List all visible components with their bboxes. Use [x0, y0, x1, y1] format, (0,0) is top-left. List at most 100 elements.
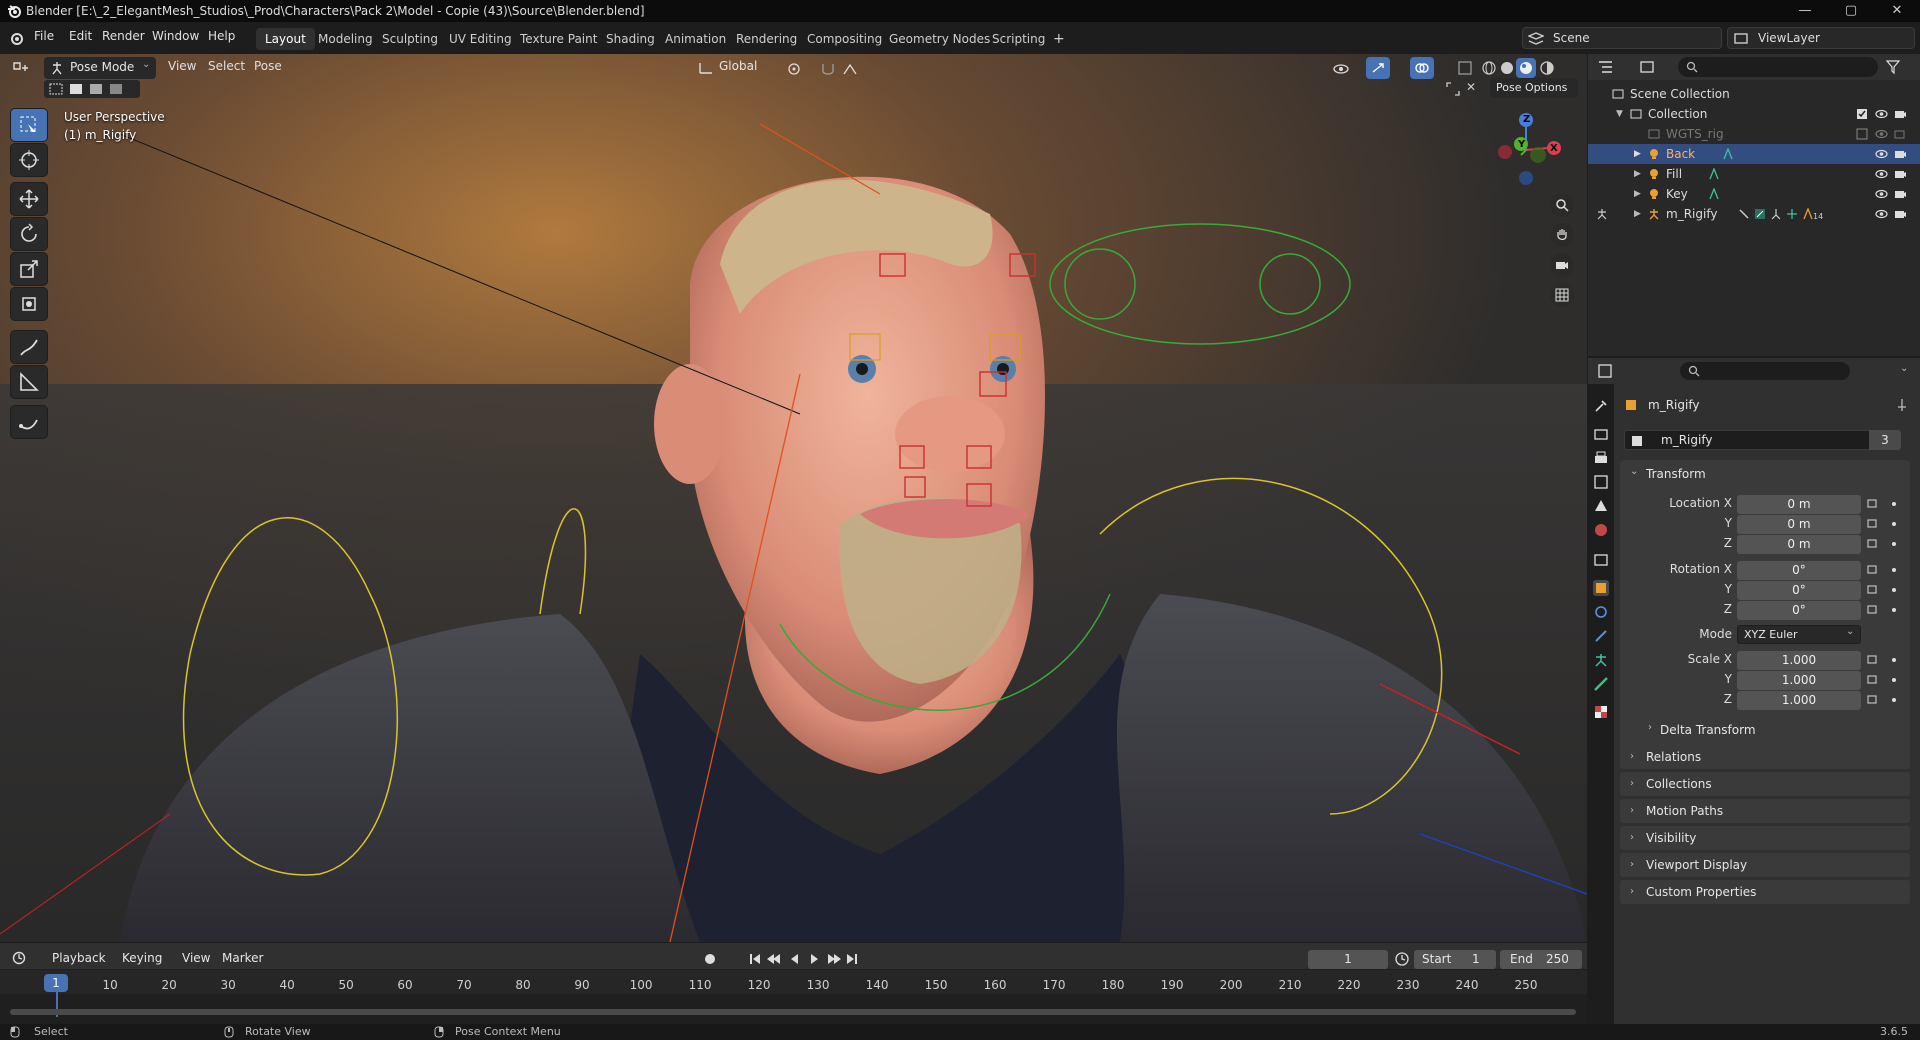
lock-keyframe-column[interactable]: [1866, 495, 1902, 711]
tab-tool[interactable]: [1593, 398, 1609, 414]
expand-icon[interactable]: ▶: [1634, 209, 1641, 219]
transform-tool[interactable]: [10, 287, 48, 321]
tab-rendering[interactable]: Rendering: [727, 28, 806, 50]
tab-texture-paint[interactable]: Texture Paint: [511, 28, 606, 50]
checkbox-unchecked-icon[interactable]: [1856, 128, 1869, 140]
camera-render-icon[interactable]: [1894, 108, 1907, 120]
keying-menu[interactable]: Keying: [122, 951, 162, 965]
camera-render-icon[interactable]: [1894, 128, 1907, 140]
expand-icon[interactable]: ▶: [1634, 149, 1641, 159]
display-mode-icon[interactable]: [1640, 60, 1660, 74]
transform-orientation-selector[interactable]: Global: [697, 57, 777, 79]
tab-collection[interactable]: [1593, 552, 1609, 568]
move-tool[interactable]: [10, 182, 48, 216]
scale-tool[interactable]: [10, 252, 48, 286]
collection-expand-icon[interactable]: ▼: [1616, 109, 1623, 119]
mode-selector[interactable]: Pose Mode ⌄: [44, 57, 156, 79]
outliner-row-key[interactable]: ▶ Key: [1588, 184, 1920, 204]
playhead-frame-badge[interactable]: 1: [44, 974, 68, 992]
tab-world[interactable]: [1593, 522, 1609, 538]
menu-edit[interactable]: Edit: [69, 29, 92, 43]
gizmo-toggle[interactable]: [1366, 57, 1390, 79]
outliner-row-wgts[interactable]: WGTS_rig: [1588, 124, 1920, 144]
delta-transform-subpanel[interactable]: Delta Transform: [1660, 723, 1756, 737]
playback-controls[interactable]: [748, 951, 860, 967]
eye-icon[interactable]: [1875, 168, 1888, 180]
location-z-field[interactable]: 0 m: [1737, 535, 1861, 554]
menu-view[interactable]: View: [168, 59, 196, 73]
tab-physics[interactable]: [1593, 604, 1609, 620]
timeline-editor-icon[interactable]: [12, 951, 32, 965]
relations-panel[interactable]: › Relations: [1620, 745, 1910, 769]
visibility-icon[interactable]: [1332, 62, 1350, 76]
scale-x-field[interactable]: 1.000: [1737, 651, 1861, 670]
expand-icon[interactable]: ▶: [1634, 189, 1641, 199]
camera-render-icon[interactable]: [1894, 208, 1907, 220]
end-frame-field[interactable]: End 250: [1500, 950, 1582, 969]
eye-icon[interactable]: [1875, 128, 1888, 140]
tab-object-data[interactable]: [1593, 652, 1609, 668]
blender-menu-icon[interactable]: [8, 30, 24, 46]
tab-animation[interactable]: Animation: [656, 28, 735, 50]
tab-shading[interactable]: Shading: [597, 28, 664, 50]
annotate-tool[interactable]: [10, 330, 48, 364]
filter-icon[interactable]: [1886, 60, 1900, 74]
rotation-z-field[interactable]: 0°: [1737, 601, 1861, 620]
outliner-search-input[interactable]: [1678, 57, 1878, 77]
current-frame-field[interactable]: 1: [1308, 950, 1388, 969]
user-count-badge[interactable]: 3: [1869, 430, 1901, 450]
tab-uv-editing[interactable]: UV Editing: [440, 28, 521, 50]
object-datablock-selector[interactable]: m_Rigify 3: [1624, 430, 1901, 450]
collections-panel[interactable]: › Collections: [1620, 772, 1910, 796]
tab-texture[interactable]: [1593, 704, 1609, 720]
camera-render-icon[interactable]: [1894, 168, 1907, 180]
overlay-toggle[interactable]: [1410, 57, 1434, 79]
eye-icon[interactable]: [1875, 208, 1888, 220]
marker-menu[interactable]: Marker: [222, 951, 263, 965]
transform-panel-title[interactable]: Transform: [1646, 467, 1706, 481]
menu-file[interactable]: File: [34, 29, 54, 43]
scene-selector[interactable]: Scene: [1522, 27, 1722, 49]
rotate-tool[interactable]: [10, 217, 48, 251]
visibility-panel[interactable]: › Visibility: [1620, 826, 1910, 850]
menu-select[interactable]: Select: [208, 59, 245, 73]
tab-geometry-nodes[interactable]: Geometry Nodes: [880, 28, 999, 50]
location-x-field[interactable]: 0 m: [1737, 495, 1861, 514]
expand-icon[interactable]: ▶: [1634, 169, 1641, 179]
tab-constraints[interactable]: [1593, 628, 1609, 644]
viewlayer-selector[interactable]: ViewLayer: [1727, 27, 1915, 49]
rotation-y-field[interactable]: 0°: [1737, 581, 1861, 600]
properties-editor-icon[interactable]: [1598, 364, 1622, 378]
measure-tool[interactable]: [10, 365, 48, 399]
bone-envelope-tool[interactable]: [10, 405, 48, 439]
proportional-edit-icon[interactable]: [842, 62, 858, 76]
tab-compositing[interactable]: Compositing: [798, 28, 891, 50]
camera-view-button[interactable]: [1550, 253, 1574, 277]
custom-properties-panel[interactable]: › Custom Properties: [1620, 880, 1910, 904]
tab-layout[interactable]: Layout: [256, 28, 315, 50]
cursor-tool[interactable]: [10, 143, 48, 177]
tab-object[interactable]: [1593, 580, 1609, 596]
transform-chevron-down-icon[interactable]: ⌄: [1630, 466, 1638, 477]
add-workspace-button[interactable]: +: [1044, 28, 1074, 50]
timeline-view-menu[interactable]: View: [182, 951, 210, 965]
close-area-x[interactable]: ✕: [1466, 80, 1476, 94]
minimize-button[interactable]: —: [1782, 0, 1828, 22]
scale-y-field[interactable]: 1.000: [1737, 671, 1861, 690]
select-box-tool[interactable]: [10, 108, 48, 142]
delta-chevron-right-icon[interactable]: ›: [1648, 722, 1652, 733]
preview-range-clock-icon[interactable]: [1394, 951, 1410, 967]
editor-type-icon[interactable]: [12, 60, 32, 76]
snap-icon[interactable]: [820, 62, 836, 76]
outliner-editor-icon[interactable]: [1598, 60, 1622, 74]
timeline-scrollbar[interactable]: [10, 1009, 1576, 1015]
tab-bone[interactable]: [1593, 676, 1609, 692]
tab-render[interactable]: [1593, 426, 1609, 442]
select-mode-group[interactable]: [44, 80, 140, 98]
properties-search-input[interactable]: [1680, 362, 1850, 380]
playback-menu[interactable]: Playback: [52, 951, 106, 965]
menu-window[interactable]: Window: [152, 29, 199, 43]
toggle-fullscreen-icon[interactable]: [1446, 82, 1460, 96]
tab-modeling[interactable]: Modeling: [309, 28, 382, 50]
menu-pose[interactable]: Pose: [254, 59, 282, 73]
